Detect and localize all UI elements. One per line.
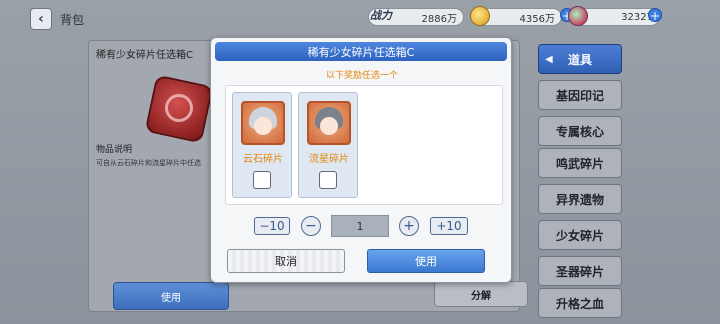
item-use-button[interactable]: 使用	[113, 282, 229, 310]
item-split-button[interactable]: 分解	[434, 281, 528, 307]
category-ascension-blood[interactable]: 升格之血	[538, 288, 622, 318]
coin-icon	[470, 6, 490, 26]
reward-checkbox[interactable]	[253, 171, 271, 189]
confirm-use-button[interactable]: 使用	[367, 249, 485, 273]
category-label: 升格之血	[555, 296, 604, 311]
page-title: 背包	[60, 13, 85, 27]
back-button[interactable]: ‹	[30, 8, 52, 30]
plus-ten-button[interactable]: +10	[430, 217, 468, 235]
category-label: 专属核心	[555, 124, 604, 139]
category-relic[interactable]: 异界遗物	[538, 184, 622, 214]
character-portrait-icon	[241, 101, 285, 145]
minus-ten-button[interactable]: −10	[254, 217, 290, 235]
category-girl-shard[interactable]: 少女碎片	[538, 220, 622, 250]
chevron-left-icon: ‹	[38, 11, 44, 27]
cancel-button[interactable]: 取消	[227, 249, 345, 273]
item-name: 稀有少女碎片任选箱C	[96, 50, 193, 61]
category-label: 基因印记	[555, 88, 604, 103]
caret-left-icon: ◀	[545, 53, 553, 65]
description-text: 可自从云石碎片和流星碎片中任选	[96, 159, 201, 167]
category-item-props[interactable]: ◀ 道具	[538, 44, 622, 74]
category-label: 异界遗物	[555, 192, 604, 207]
reward-option[interactable]: 流星碎片	[298, 92, 358, 198]
category-label: 鸣武碎片	[555, 156, 604, 171]
add-gem-button[interactable]: +	[648, 8, 662, 23]
category-exclusive-core[interactable]: 专属核心	[538, 116, 622, 146]
gold-value: 4356万	[519, 13, 555, 25]
dialog-title: 稀有少女碎片任选箱C	[215, 42, 507, 61]
quantity-input[interactable]	[331, 215, 389, 237]
plus-button[interactable]: +	[399, 216, 419, 236]
select-reward-dialog: 稀有少女碎片任选箱C 以下奖励任选一个 云石碎片 流星碎片 −10 − + +1…	[210, 37, 512, 283]
dialog-subtitle: 以下奖励任选一个	[325, 71, 398, 81]
category-label: 道具	[567, 52, 592, 67]
category-weapon-shard[interactable]: 鸣武碎片	[538, 148, 622, 178]
power-value: 2886万	[421, 13, 457, 25]
item-emblem-icon	[165, 94, 193, 122]
minus-button[interactable]: −	[301, 216, 321, 236]
category-artifact-shard[interactable]: 圣器碎片	[538, 256, 622, 286]
reward-option-name: 流星碎片	[309, 154, 349, 165]
power-label: 战力	[370, 9, 392, 22]
category-gene-mark[interactable]: 基因印记	[538, 80, 622, 110]
reward-checkbox[interactable]	[319, 171, 337, 189]
character-portrait-icon	[307, 101, 351, 145]
reward-options: 云石碎片 流星碎片	[225, 85, 503, 205]
reward-option[interactable]: 云石碎片	[232, 92, 292, 198]
reward-option-name: 云石碎片	[243, 154, 283, 165]
top-bar: ‹ 背包 2886万 战力 4356万 + 32327 +	[0, 0, 720, 36]
category-label: 圣器碎片	[555, 264, 604, 279]
category-label: 少女碎片	[555, 228, 604, 243]
gem-icon	[568, 6, 588, 26]
description-label: 物品说明	[96, 145, 133, 155]
